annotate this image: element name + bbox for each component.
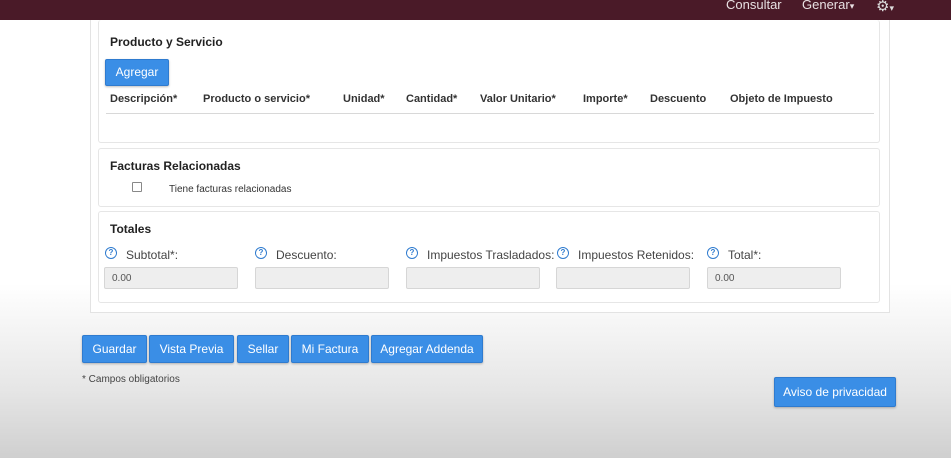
help-trasladados-icon[interactable]: ? <box>406 247 418 259</box>
help-retenidos-icon[interactable]: ? <box>557 247 569 259</box>
column-header-valor-unitario: Valor Unitario* <box>480 93 556 105</box>
vista-previa-button[interactable]: Vista Previa <box>149 335 234 363</box>
column-header-unidad: Unidad* <box>343 93 385 105</box>
top-navbar: Consultar Generar▾ ⚙▾ <box>0 0 951 20</box>
settings-menu[interactable]: ⚙▾ <box>876 0 894 15</box>
aviso-privacidad-button[interactable]: Aviso de privacidad <box>774 377 896 407</box>
column-header-producto: Producto o servicio* <box>203 93 310 105</box>
facturas-relacionadas-label: Tiene facturas relacionadas <box>169 184 292 195</box>
nav-consultar[interactable]: Consultar <box>726 0 782 20</box>
gear-icon: ⚙ <box>876 0 890 15</box>
total-label: Total*: <box>728 248 762 262</box>
total-field[interactable]: 0.00 <box>707 267 841 289</box>
totales-title: Totales <box>110 222 152 236</box>
guardar-button[interactable]: Guardar <box>82 335 147 363</box>
column-header-cantidad: Cantidad* <box>406 93 458 105</box>
chevron-down-icon: ▾ <box>849 1 855 11</box>
agregar-addenda-button[interactable]: Agregar Addenda <box>371 335 483 363</box>
subtotal-label: Subtotal*: <box>126 248 179 262</box>
impuestos-trasladados-field[interactable] <box>406 267 540 289</box>
descuento-field[interactable] <box>255 267 389 289</box>
facturas-title: Facturas Relacionadas <box>110 159 241 173</box>
column-header-descuento: Descuento <box>650 93 707 105</box>
help-descuento-icon[interactable]: ? <box>255 247 267 259</box>
column-header-descripcion: Descripción* <box>110 93 178 105</box>
nav-generar[interactable]: Generar▾ <box>802 0 854 20</box>
facturas-section <box>98 148 880 207</box>
impuestos-trasladados-label: Impuestos Trasladados: <box>427 248 555 262</box>
agregar-producto-button[interactable]: Agregar <box>105 59 169 86</box>
producto-title: Producto y Servicio <box>110 35 223 49</box>
mi-factura-button[interactable]: Mi Factura <box>291 335 369 363</box>
chevron-down-icon: ▾ <box>889 3 894 13</box>
help-total-icon[interactable]: ? <box>707 247 719 259</box>
facturas-relacionadas-checkbox[interactable] <box>132 182 142 192</box>
column-header-importe: Importe* <box>583 93 628 105</box>
sellar-button[interactable]: Sellar <box>237 335 289 363</box>
descuento-label: Descuento: <box>276 248 337 262</box>
column-header-objeto-impuesto: Objeto de Impuesto <box>730 93 833 105</box>
subtotal-field[interactable]: 0.00 <box>104 267 238 289</box>
impuestos-retenidos-label: Impuestos Retenidos: <box>578 248 695 262</box>
help-subtotal-icon[interactable]: ? <box>105 247 117 259</box>
required-fields-note: * Campos obligatorios <box>82 374 180 385</box>
nav-generar-label: Generar <box>802 0 850 12</box>
table-header-divider <box>106 113 874 114</box>
impuestos-retenidos-field[interactable] <box>556 267 690 289</box>
